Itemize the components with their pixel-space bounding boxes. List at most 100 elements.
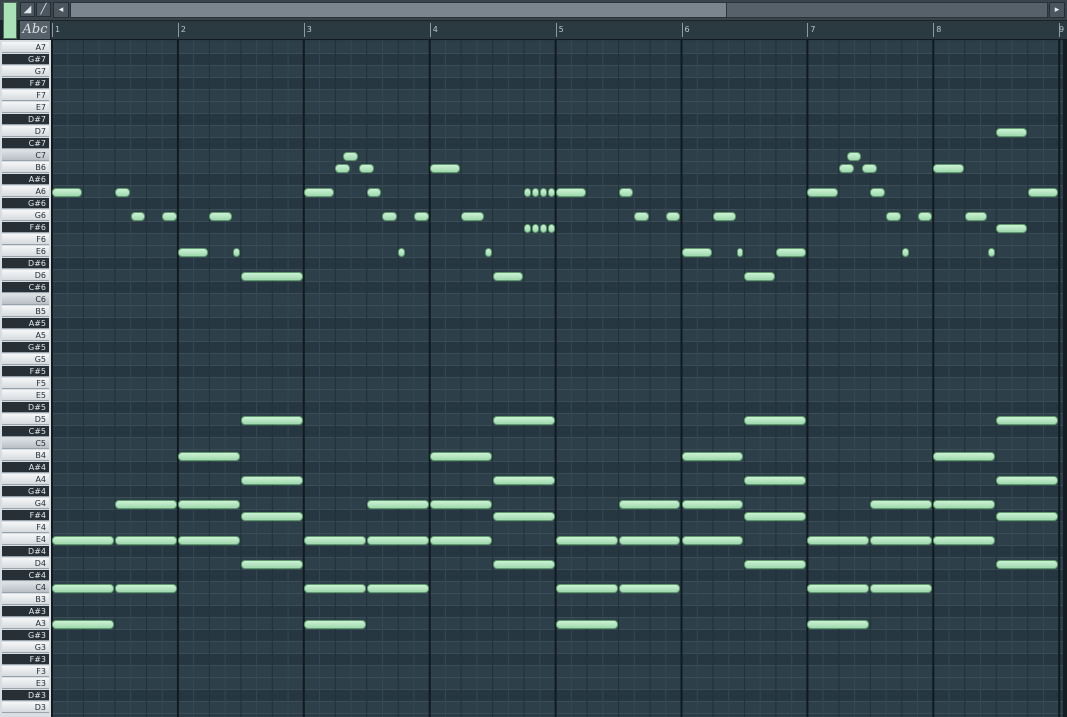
- note-c4[interactable]: [807, 583, 870, 593]
- piano-key-a4[interactable]: A4: [2, 474, 49, 485]
- piano-key-e5[interactable]: E5: [2, 390, 49, 401]
- note-e4[interactable]: [807, 535, 870, 545]
- note-c7[interactable]: [846, 151, 862, 161]
- note-g6[interactable]: [382, 211, 398, 221]
- note-a6[interactable]: [303, 187, 335, 197]
- note-b6[interactable]: [933, 163, 964, 173]
- piano-key-e4[interactable]: E4: [2, 534, 49, 545]
- piano-key-g7[interactable]: G7: [2, 66, 49, 77]
- note-e4[interactable]: [933, 535, 996, 545]
- piano-key-c5[interactable]: C5: [2, 438, 49, 449]
- note-e4[interactable]: [177, 535, 240, 545]
- note-d4[interactable]: [744, 559, 807, 569]
- note-g6[interactable]: [964, 211, 988, 221]
- horizontal-scrollbar[interactable]: [70, 2, 1048, 18]
- note-g6[interactable]: [413, 211, 429, 221]
- note-fsharp6[interactable]: [524, 223, 531, 233]
- note-d5[interactable]: [240, 415, 303, 425]
- note-e6[interactable]: [484, 247, 492, 257]
- piano-key-asharp5[interactable]: A#5: [2, 318, 49, 329]
- note-e4[interactable]: [303, 535, 366, 545]
- note-g6[interactable]: [461, 211, 484, 221]
- piano-key-e3[interactable]: E3: [2, 678, 49, 689]
- tool-triangle-icon[interactable]: ◢: [20, 2, 35, 17]
- piano-key-csharp7[interactable]: C#7: [2, 138, 49, 149]
- note-e4[interactable]: [555, 535, 618, 545]
- piano-key-g5[interactable]: G5: [2, 354, 49, 365]
- note-b6[interactable]: [862, 163, 878, 173]
- note-g4[interactable]: [870, 499, 933, 509]
- note-c4[interactable]: [555, 583, 618, 593]
- note-g4[interactable]: [933, 499, 996, 509]
- note-a3[interactable]: [555, 619, 618, 629]
- note-e4[interactable]: [114, 535, 177, 545]
- note-b6[interactable]: [429, 163, 461, 173]
- note-a6[interactable]: [531, 187, 539, 197]
- scroll-left-button[interactable]: ◂: [53, 2, 69, 18]
- piano-key-csharp6[interactable]: C#6: [2, 282, 49, 293]
- piano-key-c7[interactable]: C7: [2, 150, 49, 161]
- piano-key-f7[interactable]: F7: [2, 90, 49, 101]
- scrollbar-thumb[interactable]: [71, 3, 728, 17]
- piano-key-c4[interactable]: C4: [2, 582, 49, 593]
- note-e4[interactable]: [681, 535, 744, 545]
- note-fsharp6[interactable]: [547, 223, 555, 233]
- note-b6[interactable]: [838, 163, 854, 173]
- note-c4[interactable]: [303, 583, 366, 593]
- note-a6[interactable]: [539, 187, 547, 197]
- note-d5[interactable]: [996, 415, 1059, 425]
- note-e6[interactable]: [232, 247, 240, 257]
- piano-key-d3[interactable]: D3: [2, 702, 49, 713]
- piano-key-b4[interactable]: B4: [2, 450, 49, 461]
- note-c4[interactable]: [870, 583, 933, 593]
- note-a3[interactable]: [807, 619, 870, 629]
- note-g4[interactable]: [366, 499, 429, 509]
- note-fsharp4[interactable]: [492, 511, 555, 521]
- note-b6[interactable]: [335, 163, 350, 173]
- piano-key-fsharp5[interactable]: F#5: [2, 366, 49, 377]
- note-e4[interactable]: [870, 535, 933, 545]
- note-d5[interactable]: [744, 415, 807, 425]
- piano-key-f4[interactable]: F4: [2, 522, 49, 533]
- piano-key-a5[interactable]: A5: [2, 330, 49, 341]
- note-e6[interactable]: [681, 247, 712, 257]
- note-a4[interactable]: [240, 475, 303, 485]
- note-a4[interactable]: [996, 475, 1059, 485]
- piano-key-dsharp4[interactable]: D#4: [2, 546, 49, 557]
- note-a6[interactable]: [618, 187, 634, 197]
- note-a3[interactable]: [303, 619, 366, 629]
- note-d6[interactable]: [744, 271, 775, 281]
- note-d4[interactable]: [240, 559, 303, 569]
- piano-key-fsharp4[interactable]: F#4: [2, 510, 49, 521]
- channel-color-swatch[interactable]: [3, 2, 17, 39]
- note-c4[interactable]: [618, 583, 681, 593]
- note-a6[interactable]: [555, 187, 587, 197]
- note-d6[interactable]: [492, 271, 524, 281]
- note-fsharp6[interactable]: [996, 223, 1027, 233]
- piano-key-c6[interactable]: C6: [2, 294, 49, 305]
- piano-key-asharp4[interactable]: A#4: [2, 462, 49, 473]
- note-g4[interactable]: [177, 499, 240, 509]
- note-b4[interactable]: [681, 451, 744, 461]
- note-d4[interactable]: [492, 559, 555, 569]
- note-a4[interactable]: [744, 475, 807, 485]
- note-fsharp6[interactable]: [531, 223, 539, 233]
- piano-key-d7[interactable]: D7: [2, 126, 49, 137]
- note-g4[interactable]: [114, 499, 177, 509]
- piano-key-csharp4[interactable]: C#4: [2, 570, 49, 581]
- note-b4[interactable]: [429, 451, 492, 461]
- note-e6[interactable]: [177, 247, 209, 257]
- note-a6[interactable]: [547, 187, 555, 197]
- note-a6[interactable]: [524, 187, 531, 197]
- note-e4[interactable]: [366, 535, 429, 545]
- note-a6[interactable]: [114, 187, 130, 197]
- note-a6[interactable]: [366, 187, 382, 197]
- piano-key-d5[interactable]: D5: [2, 414, 49, 425]
- note-e6[interactable]: [901, 247, 909, 257]
- piano-key-a7[interactable]: A7: [2, 42, 49, 53]
- piano-key-b5[interactable]: B5: [2, 306, 49, 317]
- piano-key-d6[interactable]: D6: [2, 270, 49, 281]
- piano-key-f6[interactable]: F6: [2, 234, 49, 245]
- piano-key-g4[interactable]: G4: [2, 498, 49, 509]
- note-d6[interactable]: [240, 271, 303, 281]
